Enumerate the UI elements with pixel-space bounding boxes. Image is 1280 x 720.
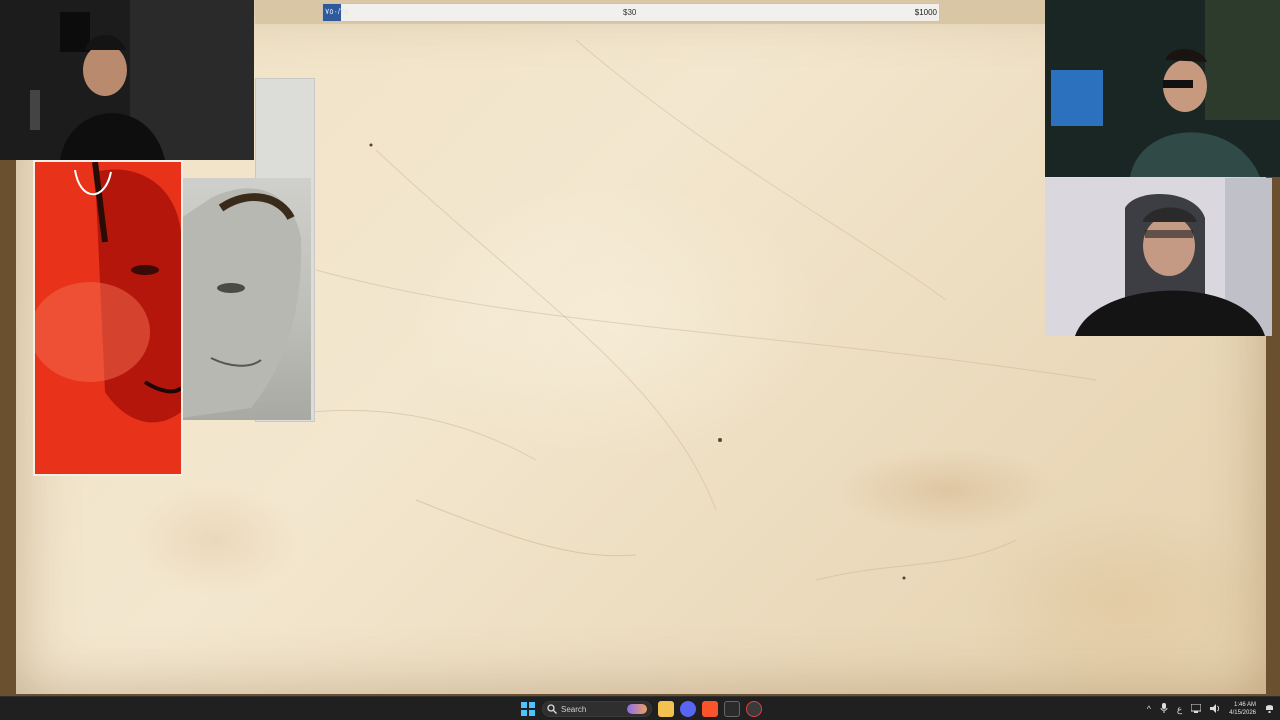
xbox-icon[interactable]: [724, 701, 740, 717]
taskbar-center: Search: [520, 699, 762, 719]
streamer-avatar-1: [0, 0, 254, 160]
face-sketch: [181, 188, 302, 418]
obs-icon[interactable]: [746, 701, 762, 717]
streamer-avatar-2: [1045, 0, 1280, 177]
taskbar-search[interactable]: Search: [542, 701, 652, 717]
search-label: Search: [561, 704, 587, 714]
webcam-middle-right: [1045, 178, 1272, 336]
volume-icon[interactable]: [1210, 703, 1220, 715]
search-highlight-icon: [627, 704, 647, 714]
clock-time: 1:46 AM: [1233, 702, 1256, 708]
progress-fill-label: ٧٥٠/٢٥: [325, 7, 349, 16]
webcam-top-left: [0, 0, 254, 160]
windows-start-icon[interactable]: [520, 701, 536, 717]
webcam-top-right: [1045, 0, 1280, 177]
file-explorer-icon[interactable]: [658, 701, 674, 717]
search-icon: [547, 704, 557, 714]
system-tray: ^ ع 1:46 AM 4/15/2026: [1147, 699, 1274, 719]
keyboard-language[interactable]: ع: [1177, 704, 1182, 715]
microphone-icon[interactable]: [1160, 703, 1168, 715]
tray-chevron-icon[interactable]: ^: [1147, 704, 1151, 714]
money-progress-bar: ٧٥٠/٢٥ $30 $1000: [322, 3, 940, 22]
game-viewport: ٧٥٠/٢٥ $30 $1000: [0, 0, 1280, 696]
windows-taskbar: Search ^ ع 1:46 AM 4/15/2026: [0, 696, 1280, 720]
progress-mid-label: $30: [623, 8, 637, 17]
streamer-avatar-3: [1045, 178, 1272, 336]
progress-fill: ٧٥٠/٢٥: [323, 4, 349, 21]
poster-face-illustration: [181, 178, 311, 420]
network-icon[interactable]: [1190, 703, 1202, 715]
clock-date: 4/15/2026: [1229, 710, 1256, 716]
red-face-sketch: [30, 161, 183, 423]
progress-max-label: $1000: [914, 8, 937, 17]
poster-red-panel: [30, 160, 183, 476]
discord-icon[interactable]: [680, 701, 696, 717]
brave-browser-icon[interactable]: [702, 701, 718, 717]
notification-bell-icon[interactable]: [1265, 703, 1274, 715]
taskbar-clock[interactable]: 1:46 AM 4/15/2026: [1229, 701, 1256, 717]
